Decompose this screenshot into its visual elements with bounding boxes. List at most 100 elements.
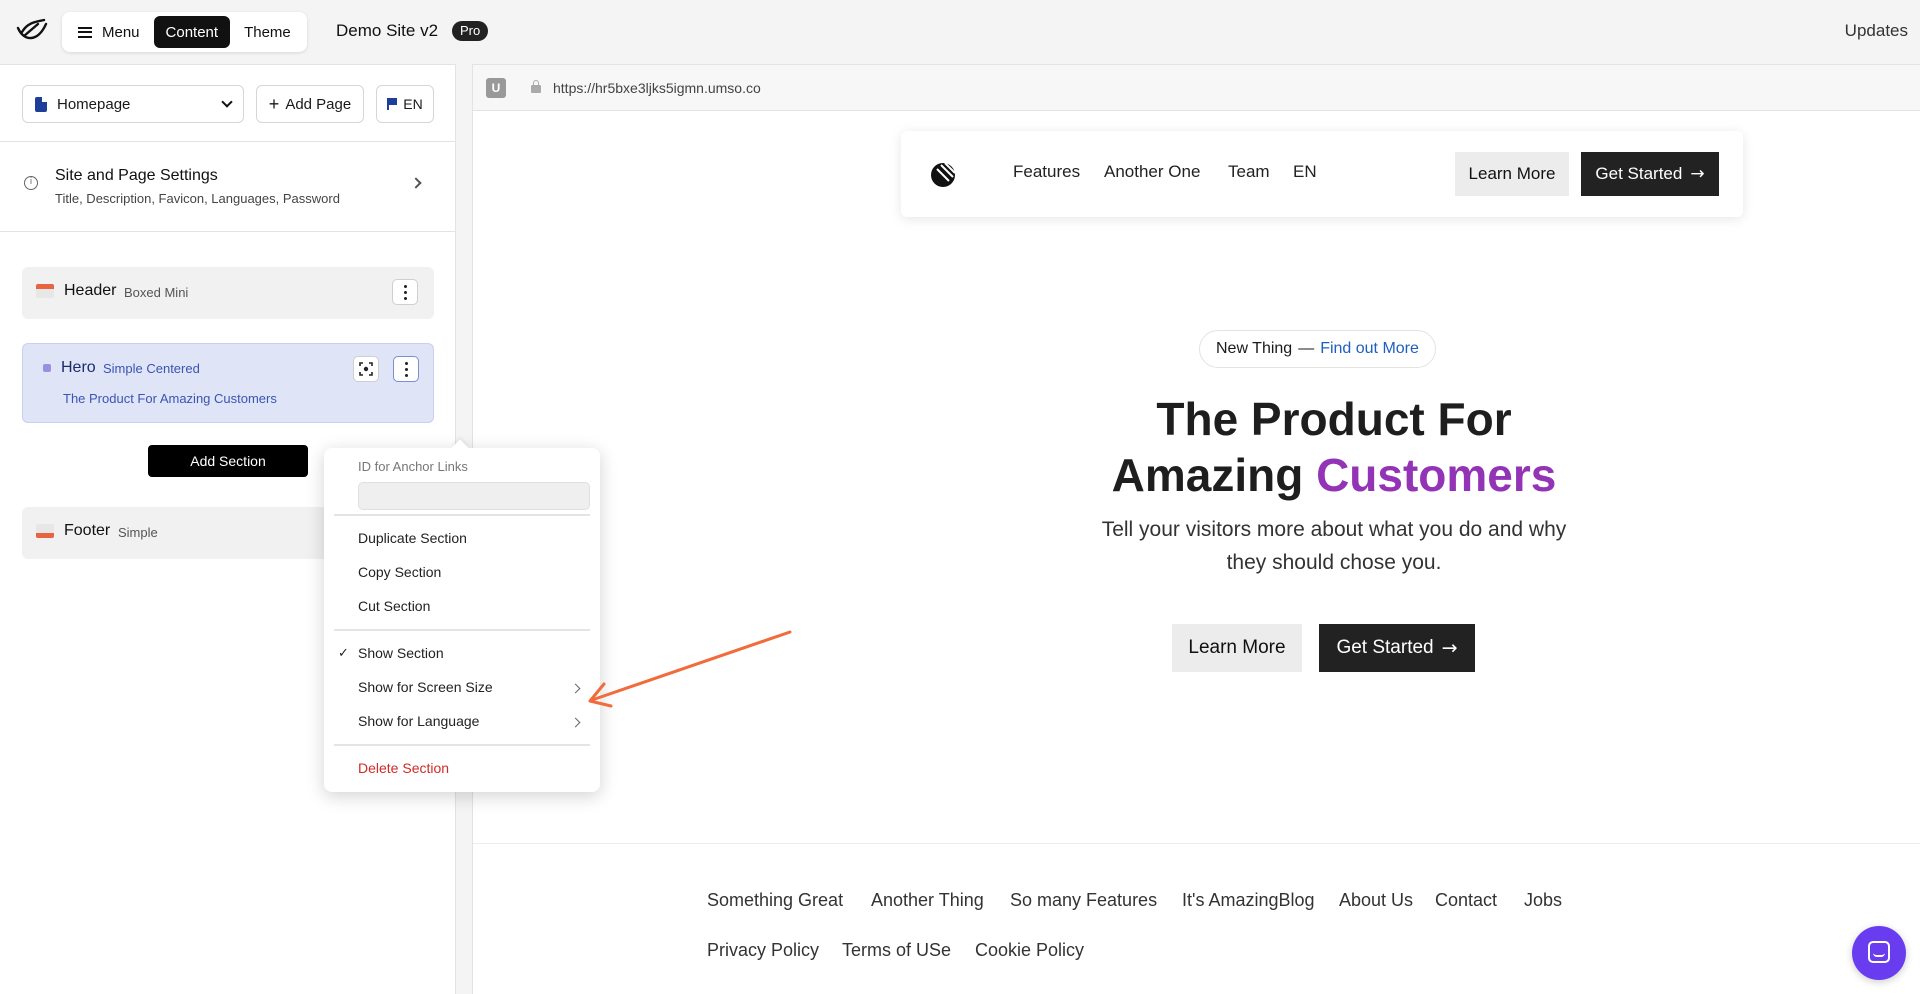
section-title: Footer bbox=[64, 522, 111, 539]
footer-link[interactable]: Contact bbox=[1435, 890, 1497, 911]
pill-dash: — bbox=[1298, 340, 1315, 357]
header-section-icon bbox=[36, 284, 54, 298]
url-bar: U https://hr5bxe3ljks5igmn.umso.co bbox=[473, 65, 1920, 111]
hero-section-icon bbox=[43, 364, 51, 372]
hero-heading: The Product For Amazing Customers bbox=[1101, 391, 1567, 503]
copy-section-item[interactable]: Copy Section bbox=[358, 564, 441, 580]
page-select[interactable]: Homepage bbox=[22, 85, 244, 123]
page-select-value: Homepage bbox=[57, 95, 131, 113]
footer-link[interactable]: It's AmazingBlog bbox=[1182, 890, 1315, 911]
section-card-header[interactable]: Header Boxed Mini bbox=[22, 267, 434, 319]
top-bar: Menu Content Theme Demo Site v2 Pro Upda… bbox=[0, 0, 1920, 64]
learn-more-label: Learn More bbox=[1188, 637, 1286, 658]
arrow-right-icon: → bbox=[1441, 637, 1458, 659]
add-section-button[interactable]: Add Section bbox=[148, 445, 308, 477]
tab-theme[interactable]: Theme bbox=[232, 16, 303, 48]
settings-subtitle: Title, Description, Favicon, Languages, … bbox=[55, 191, 340, 206]
pill-link[interactable]: Find out More bbox=[1320, 340, 1419, 358]
footer-link[interactable]: Jobs bbox=[1524, 890, 1562, 911]
nav-link-language[interactable]: EN bbox=[1293, 162, 1317, 182]
preview-header: Features Another One Team EN Learn More … bbox=[901, 131, 1743, 217]
hero-title-line2: Amazing bbox=[1111, 449, 1304, 501]
section-type: Simple bbox=[118, 525, 158, 540]
show-section-item[interactable]: Show Section bbox=[358, 645, 444, 661]
hero-paragraph: Tell your visitors more about what you d… bbox=[1101, 518, 1567, 574]
section-context-menu: ID for Anchor Links Duplicate Section Co… bbox=[324, 448, 600, 792]
section-type: Simple Centered bbox=[103, 361, 200, 376]
site-name[interactable]: Demo Site v2 bbox=[336, 21, 438, 41]
hero-learn-more-button[interactable]: Learn More bbox=[1172, 624, 1302, 672]
menu-separator bbox=[334, 514, 590, 516]
arrow-right-icon: → bbox=[1690, 164, 1705, 184]
header-learn-more-button[interactable]: Learn More bbox=[1455, 152, 1569, 196]
section-type: Boxed Mini bbox=[124, 285, 189, 300]
add-page-button[interactable]: + Add Page bbox=[256, 85, 364, 123]
flag-icon bbox=[387, 98, 398, 110]
menu-button[interactable]: Menu bbox=[66, 16, 152, 48]
site-preview: U https://hr5bxe3ljks5igmn.umso.co Featu… bbox=[472, 64, 1920, 994]
footer-divider bbox=[473, 843, 1920, 844]
hero-title-line1: The Product For bbox=[1156, 393, 1512, 445]
section-card-hero[interactable]: Hero Simple Centered The Product For Ama… bbox=[22, 343, 434, 423]
lock-icon bbox=[531, 80, 541, 93]
check-icon: ✓ bbox=[338, 645, 349, 660]
anchor-id-input[interactable] bbox=[358, 482, 590, 510]
footer-link[interactable]: So many Features bbox=[1010, 890, 1157, 911]
header-get-started-button[interactable]: Get Started → bbox=[1581, 152, 1719, 196]
divider bbox=[0, 231, 456, 232]
nav-link-another-one[interactable]: Another One bbox=[1104, 162, 1200, 182]
editor-mode-switch: Menu Content Theme bbox=[62, 12, 307, 52]
get-started-label: Get Started bbox=[1336, 637, 1434, 658]
announcement-pill[interactable]: New Thing — Find out More bbox=[1199, 330, 1436, 368]
get-started-label: Get Started bbox=[1595, 164, 1683, 183]
plus-icon: + bbox=[268, 94, 280, 114]
language-label: EN bbox=[403, 96, 423, 112]
hamburger-icon bbox=[78, 26, 92, 38]
focus-section-button[interactable] bbox=[353, 356, 379, 382]
delete-section-item[interactable]: Delete Section bbox=[358, 760, 449, 776]
hero-get-started-button[interactable]: Get Started → bbox=[1319, 624, 1475, 672]
chevron-down-icon bbox=[221, 96, 233, 108]
section-options-button[interactable] bbox=[392, 279, 418, 305]
duplicate-section-item[interactable]: Duplicate Section bbox=[358, 530, 467, 546]
section-title: Header bbox=[64, 282, 117, 299]
tab-content[interactable]: Content bbox=[153, 16, 231, 48]
section-options-button[interactable] bbox=[393, 356, 419, 382]
anchor-id-label: ID for Anchor Links bbox=[358, 459, 468, 474]
site-settings-row[interactable] bbox=[0, 141, 456, 237]
section-title: Hero bbox=[61, 359, 96, 376]
footer-section-icon bbox=[36, 524, 54, 538]
menu-separator bbox=[334, 744, 590, 746]
url-text[interactable]: https://hr5bxe3ljks5igmn.umso.co bbox=[553, 80, 761, 96]
footer-legal-link[interactable]: Privacy Policy bbox=[707, 940, 819, 961]
add-page-label: Add Page bbox=[285, 95, 352, 113]
site-logo-icon[interactable] bbox=[929, 159, 959, 189]
nav-link-team[interactable]: Team bbox=[1228, 162, 1270, 182]
footer-link[interactable]: About Us bbox=[1339, 890, 1413, 911]
nav-link-features[interactable]: Features bbox=[1013, 162, 1080, 182]
page-icon bbox=[35, 96, 47, 112]
section-subtitle: The Product For Amazing Customers bbox=[63, 391, 277, 406]
chat-icon[interactable] bbox=[1852, 926, 1906, 980]
hero-title-accent: Customers bbox=[1316, 449, 1557, 501]
chevron-right-icon bbox=[570, 717, 581, 728]
chevron-right-icon bbox=[570, 683, 581, 694]
footer-link[interactable]: Something Great bbox=[707, 890, 843, 911]
footer-legal-link[interactable]: Cookie Policy bbox=[975, 940, 1084, 961]
umso-logo-icon[interactable] bbox=[16, 18, 48, 46]
footer-link[interactable]: Another Thing bbox=[871, 890, 984, 911]
umso-u-icon: U bbox=[486, 78, 506, 98]
plan-badge: Pro bbox=[452, 21, 489, 41]
language-button[interactable]: EN bbox=[376, 85, 434, 123]
menu-separator bbox=[334, 629, 590, 631]
cut-section-item[interactable]: Cut Section bbox=[358, 598, 430, 614]
learn-more-label: Learn More bbox=[1468, 164, 1556, 183]
footer-legal-link[interactable]: Terms of USe bbox=[842, 940, 951, 961]
show-screen-size-item[interactable]: Show for Screen Size bbox=[358, 679, 493, 695]
menu-label: Menu bbox=[102, 23, 140, 41]
show-language-item[interactable]: Show for Language bbox=[358, 713, 479, 729]
focus-icon bbox=[359, 362, 373, 376]
updates-link[interactable]: Updates bbox=[1845, 21, 1908, 41]
pill-text: New Thing bbox=[1216, 340, 1293, 357]
info-icon: i bbox=[24, 176, 38, 190]
